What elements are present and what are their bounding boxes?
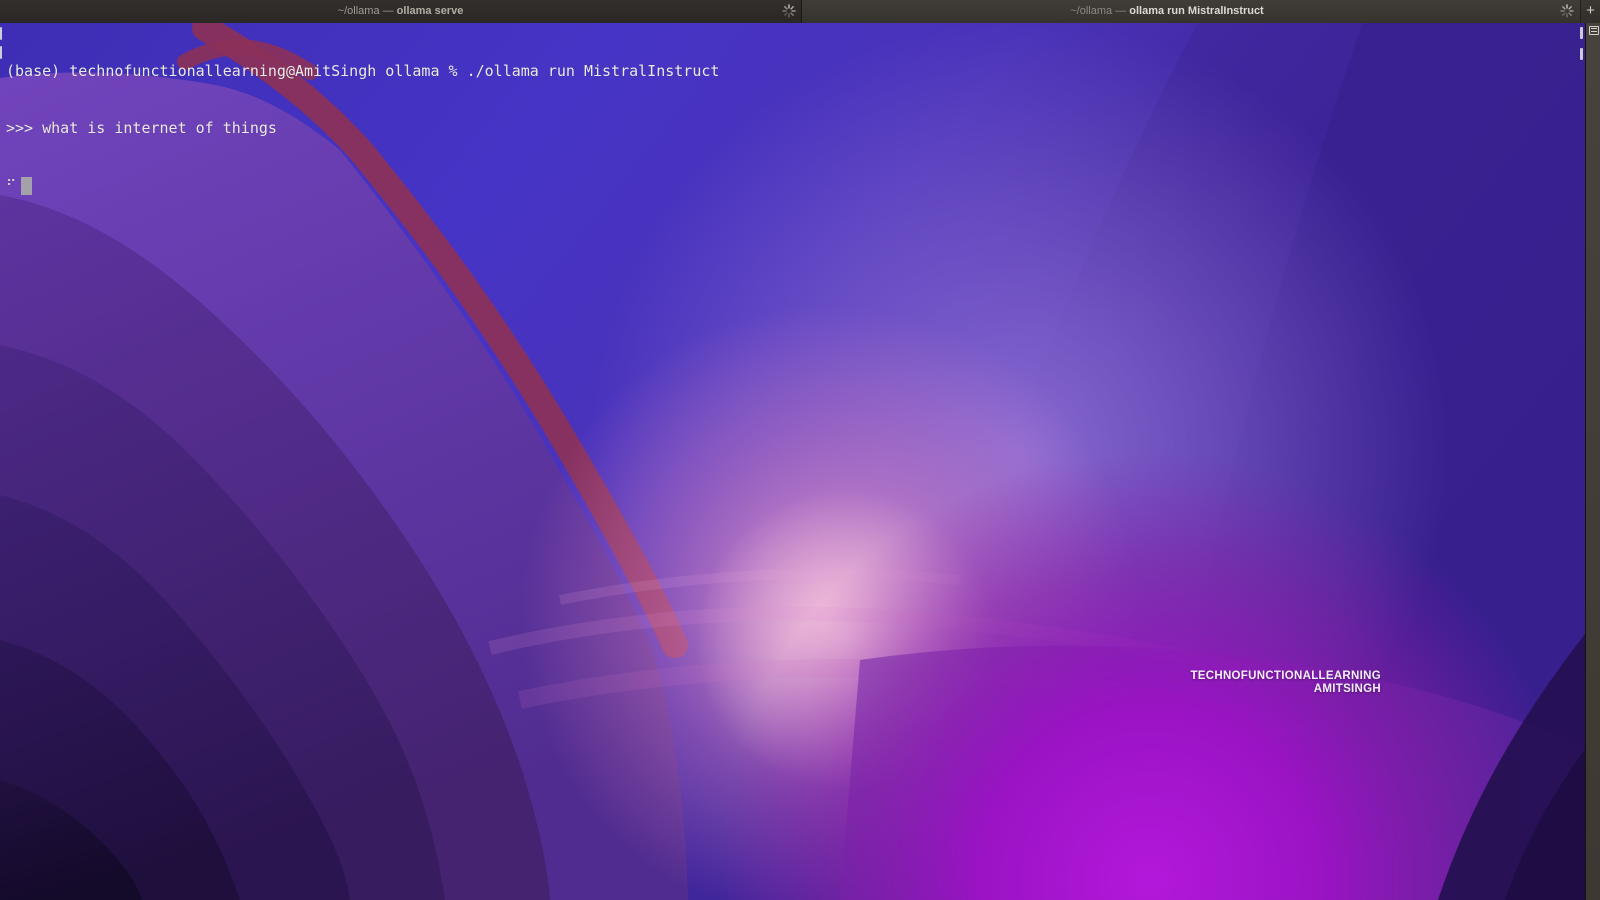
pane-title-left-process: ollama serve [396, 5, 464, 17]
terminal-prompt-line: >>> what is internet of things [6, 119, 277, 137]
pane-title-right-text: ~/ollama — ollama run MistralInstruct [802, 0, 1532, 23]
activity-spinner-icon [782, 4, 796, 18]
command-mark-icon [0, 46, 2, 59]
terminal-pane-left[interactable]: (base) technofunctionallearning@AmitSing… [6, 24, 1576, 233]
terminal-spinner-line: ⠋ [6, 176, 1576, 195]
pane-title-right-path: ~/ollama — [1070, 5, 1130, 17]
watermark-line2: AMITSINGH [1313, 683, 1381, 695]
command-mark-icon [1580, 27, 1583, 39]
window-titlebar: ~/ollama — ollama serve ~/ollama — ollam… [0, 0, 1600, 23]
activity-spinner-icon [1560, 4, 1574, 18]
command-mark-icon [1580, 48, 1583, 60]
watermark-line1: TECHNOFUNCTIONALLEARNING [1190, 670, 1381, 682]
pane-title-right-process: ollama run MistralInstruct [1129, 5, 1264, 17]
ollama-spinner-glyph: ⠋ [6, 178, 17, 194]
desktop: TECHNOFUNCTIONALLEARNING AMITSINGH ~/oll… [0, 0, 1600, 900]
marks-panel-icon[interactable] [1589, 26, 1599, 35]
pane-title-right[interactable]: ~/ollama — ollama run MistralInstruct [802, 0, 1580, 23]
wallpaper-watermark: TECHNOFUNCTIONALLEARNING AMITSINGH [1190, 670, 1381, 696]
command-mark-icon [0, 27, 2, 40]
pane-title-left[interactable]: ~/ollama — ollama serve [0, 0, 802, 23]
terminal-command-line: (base) technofunctionallearning@AmitSing… [6, 62, 720, 80]
pane-title-left-text: ~/ollama — ollama serve [0, 0, 801, 23]
pane-title-left-path: ~/ollama — [337, 5, 397, 17]
new-tab-button[interactable]: + [1580, 0, 1600, 23]
scrollbar-track[interactable] [1585, 23, 1600, 900]
terminal-cursor [21, 177, 32, 195]
